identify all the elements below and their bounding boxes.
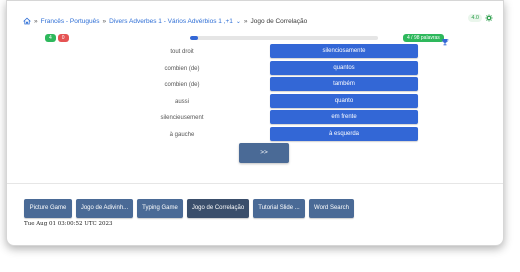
progress-fill xyxy=(190,36,198,40)
answer-counters: 4 0 xyxy=(45,34,69,42)
translation-option-button[interactable]: à esquerda xyxy=(270,126,418,141)
timestamp: Tue Aug 01 03:00:52 UTC 2023 xyxy=(24,221,113,227)
breadcrumb: » Francês - Português » Divers Adverbes … xyxy=(23,15,307,27)
divider xyxy=(7,183,503,184)
score-value: 4.0 xyxy=(468,14,482,22)
progress-bar xyxy=(190,36,378,40)
source-word[interactable]: à gauche xyxy=(107,127,257,144)
source-word[interactable]: combien (de) xyxy=(107,77,257,94)
wrong-count-badge: 0 xyxy=(57,34,69,42)
trophy-icon xyxy=(441,33,449,46)
game-tabs: Picture Game Jogo de Adivinh... Typing G… xyxy=(24,199,354,218)
score-indicator: 4.0 xyxy=(468,14,493,22)
tab-guessing-game[interactable]: Jogo de Adivinh... xyxy=(76,199,133,218)
translation-option-button[interactable]: também xyxy=(270,77,418,91)
chevron-down-icon[interactable]: ⌄ xyxy=(236,18,241,25)
home-icon[interactable] xyxy=(23,17,31,25)
breadcrumb-separator: » xyxy=(102,17,107,25)
source-word[interactable]: combien (de) xyxy=(107,61,257,78)
tab-matching-game[interactable]: Jogo de Correlação xyxy=(187,199,249,218)
words-count-badge: 4 / 98 palavras xyxy=(403,34,444,42)
source-word[interactable]: tout droit xyxy=(107,44,257,61)
tab-word-search[interactable]: Word Search xyxy=(309,199,354,218)
tab-picture-game[interactable]: Picture Game xyxy=(24,199,72,218)
translation-option-button[interactable]: quantos xyxy=(270,60,418,75)
tab-tutorial-slide[interactable]: Tutorial Slide ... xyxy=(253,199,305,218)
source-word[interactable]: silencieusement xyxy=(107,110,257,127)
translation-button-list: silenciosamente quantos também quanto em… xyxy=(270,44,418,143)
breadcrumb-separator: » xyxy=(34,17,38,25)
breadcrumb-current: Jogo de Correlação xyxy=(250,17,308,25)
translation-option-button[interactable]: silenciosamente xyxy=(270,44,418,58)
breadcrumb-lesson[interactable]: Divers Adverbes 1 - Vários Advérbios 1 ,… xyxy=(109,18,233,25)
tab-typing-game[interactable]: Typing Game xyxy=(137,199,183,218)
app-window: » Francês - Português » Divers Adverbes … xyxy=(6,0,504,246)
translation-option-button[interactable]: quanto xyxy=(270,93,418,108)
translation-option-button[interactable]: em frente xyxy=(270,110,418,124)
correct-count-badge: 4 xyxy=(45,34,56,42)
next-button[interactable]: >> xyxy=(239,143,289,163)
breadcrumb-language[interactable]: Francês - Português xyxy=(41,18,100,25)
source-word[interactable]: aussi xyxy=(107,94,257,111)
source-word-list: tout droit combien (de) combien (de) aus… xyxy=(107,44,257,143)
breadcrumb-separator: » xyxy=(243,17,248,25)
gear-icon[interactable] xyxy=(485,14,493,22)
